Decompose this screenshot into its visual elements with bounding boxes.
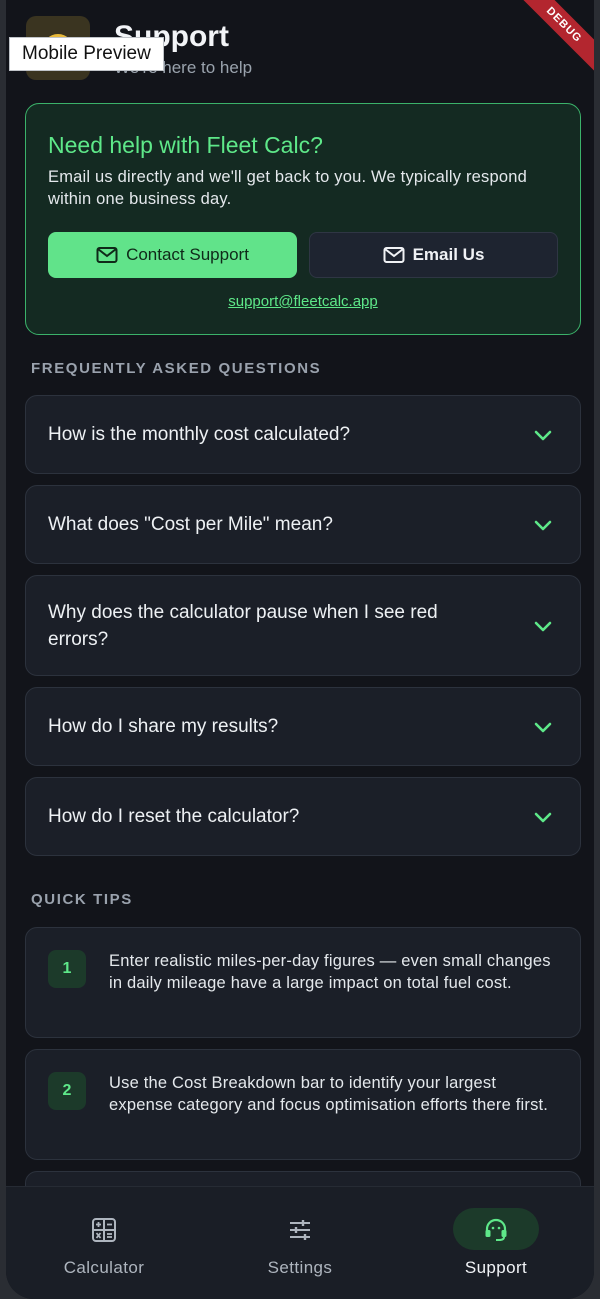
tip-card: 2 Use the Cost Breakdown bar to identify… (25, 1049, 581, 1160)
faq-question: Why does the calculator pause when I see… (48, 602, 438, 650)
tip-number-badge: 2 (48, 1072, 86, 1110)
chevron-down-icon (534, 621, 552, 632)
tip-card: 1 Enter realistic miles-per-day figures … (25, 927, 581, 1038)
email-us-label: Email Us (412, 245, 485, 264)
headset-icon (485, 1218, 507, 1241)
tab-support-label: Support (464, 1258, 528, 1277)
chevron-down-icon (534, 812, 552, 823)
chevron-down-icon (534, 430, 552, 441)
calculator-icon (92, 1218, 116, 1242)
faq-question: How is the monthly cost calculated? (48, 424, 351, 445)
faq-item[interactable]: How do I reset the calculator? (25, 777, 581, 856)
tip-text: Enter realistic miles-per-day figures — … (109, 952, 551, 992)
chevron-down-icon (534, 520, 552, 531)
bottom-tab-bar: Calculator Settings Support (6, 1186, 594, 1299)
tab-support[interactable]: Support (398, 1187, 594, 1299)
faq-item[interactable]: What does "Cost per Mile" mean? (25, 485, 581, 564)
chevron-down-icon (534, 722, 552, 733)
faq-item[interactable]: How do I share my results? (25, 687, 581, 766)
tab-calculator-label: Calculator (63, 1258, 145, 1277)
mail-icon (383, 247, 405, 263)
phone-screen: Support We're here to help DEBUG Need he… (6, 0, 594, 1299)
faq-item[interactable]: Why does the calculator pause when I see… (25, 575, 581, 676)
sliders-icon (290, 1220, 310, 1240)
tab-settings[interactable]: Settings (202, 1187, 398, 1299)
quick-tips-heading: QUICK TIPS (31, 891, 133, 908)
faq-heading: FREQUENTLY ASKED QUESTIONS (31, 360, 322, 377)
mobile-preview-label: Mobile Preview (9, 37, 164, 71)
faq-item[interactable]: How is the monthly cost calculated? (25, 395, 581, 474)
support-email-link[interactable]: support@fleetcalc.app (26, 293, 580, 310)
tip-text: Use the Cost Breakdown bar to identify y… (109, 1074, 549, 1114)
contact-support-button[interactable]: Contact Support (48, 232, 297, 278)
faq-question: How do I share my results? (48, 716, 279, 737)
help-card-title: Need help with Fleet Calc? (48, 132, 323, 158)
tab-settings-label: Settings (267, 1258, 333, 1277)
faq-question: How do I reset the calculator? (48, 806, 300, 827)
tab-calculator[interactable]: Calculator (6, 1187, 202, 1299)
contact-support-label: Contact Support (126, 245, 249, 264)
email-us-button[interactable]: Email Us (309, 232, 558, 278)
tip-number-badge: 1 (48, 950, 86, 988)
help-card: Need help with Fleet Calc? Email us dire… (25, 103, 581, 335)
help-card-text: Email us directly and we'll get back to … (48, 168, 527, 208)
faq-question: What does "Cost per Mile" mean? (48, 514, 333, 535)
mail-icon (96, 247, 118, 263)
